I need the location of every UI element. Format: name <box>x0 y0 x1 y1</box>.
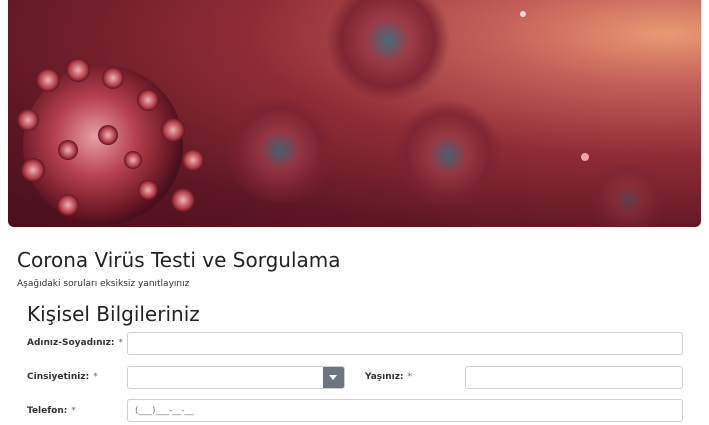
page-subtitle: Aşağıdaki soruları eksiksiz yanıtlayınız <box>17 279 190 289</box>
hero-banner-image <box>8 0 701 227</box>
age-field[interactable] <box>465 366 683 389</box>
dropdown-button[interactable] <box>323 367 344 388</box>
gender-select[interactable] <box>127 366 345 389</box>
age-label: Yaşınız: * <box>365 372 412 382</box>
required-mark: * <box>407 372 413 382</box>
section-title-personal-info: Kişisel Bilgileriniz <box>27 302 200 326</box>
phone-field[interactable] <box>127 399 683 422</box>
required-mark: * <box>71 406 76 416</box>
gender-label-text: Cinsiyetiniz: <box>27 372 90 382</box>
gender-label: Cinsiyetiniz: * <box>27 372 98 382</box>
required-mark: * <box>93 372 98 382</box>
form-page: Corona Virüs Testi ve Sorgulama Aşağıdak… <box>0 0 709 425</box>
name-label-text: Adınız-Soyadınız: <box>27 338 115 348</box>
name-label: Adınız-Soyadınız: * <box>27 338 123 348</box>
page-title: Corona Virüs Testi ve Sorgulama <box>17 248 341 272</box>
chevron-down-icon <box>329 375 337 380</box>
virus-illustration <box>17 0 668 227</box>
age-label-text: Yaşınız: <box>365 372 404 382</box>
name-field[interactable] <box>127 332 683 355</box>
required-mark: * <box>118 338 123 348</box>
phone-label-text: Telefon: <box>27 406 68 416</box>
phone-label: Telefon: * <box>27 406 76 416</box>
